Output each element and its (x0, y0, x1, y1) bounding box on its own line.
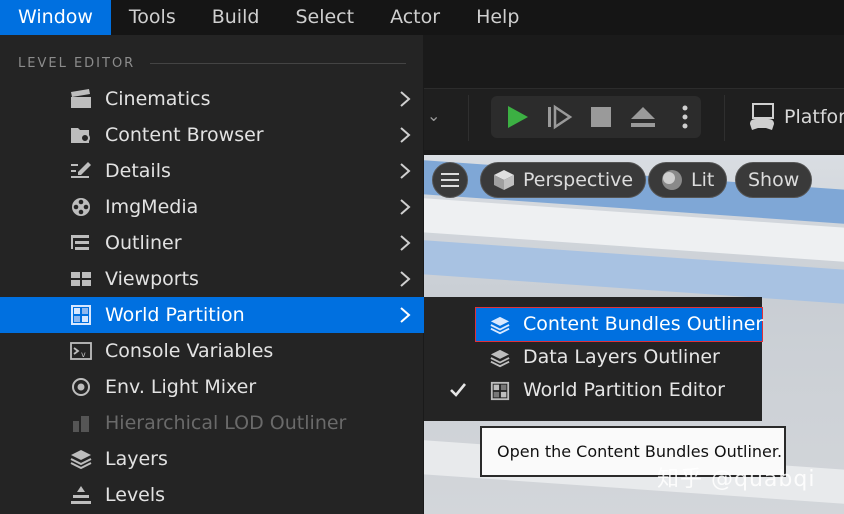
section-label-level-editor: LEVEL EDITOR (18, 56, 136, 71)
menu-item-label: World Partition (105, 304, 245, 326)
menu-item-cinematics[interactable]: Cinematics (0, 81, 424, 117)
show-label: Show (748, 169, 800, 191)
toolbar-divider (468, 95, 469, 141)
submenu-item-world-partition-editor[interactable]: World Partition Editor (424, 374, 762, 407)
menu-actor[interactable]: Actor (372, 0, 458, 35)
console-icon: v (70, 342, 92, 360)
chevron-right-icon (400, 307, 411, 323)
layers-stack-icon (490, 316, 510, 335)
menu-item-details[interactable]: Details (0, 153, 424, 189)
pencil-list-icon (71, 162, 91, 178)
advance-frame-icon[interactable] (545, 104, 573, 130)
submenu-item-content-bundles-outliner[interactable]: Content Bundles Outliner (475, 307, 764, 342)
submenu-item-label: Content Bundles Outliner (523, 313, 764, 335)
menu-item-label: ImgMedia (105, 196, 199, 218)
lit-label: Lit (691, 169, 715, 191)
chevron-down-icon[interactable]: ⌄ (427, 106, 440, 125)
menu-help[interactable]: Help (458, 0, 537, 35)
menu-build[interactable]: Build (194, 0, 278, 35)
menu-item-outliner[interactable]: Outliner (0, 225, 424, 261)
menu-item-label: Cinematics (105, 88, 211, 110)
menu-item-label: Viewports (105, 268, 199, 290)
platforms-button[interactable]: Platfor (748, 102, 844, 132)
toolbar-divider (724, 95, 725, 141)
layers-stack-icon (490, 349, 510, 368)
menu-item-content-browser[interactable]: Content Browser (0, 117, 424, 153)
hamburger-icon (441, 173, 459, 187)
play-controls (491, 96, 701, 138)
menu-item-imgmedia[interactable]: ImgMedia (0, 189, 424, 225)
film-reel-icon (72, 198, 90, 216)
menu-window[interactable]: Window (0, 0, 111, 35)
chevron-right-icon (400, 163, 411, 179)
chevron-right-icon (400, 235, 411, 251)
folder-search-icon (71, 128, 90, 143)
clapperboard-icon (71, 89, 91, 108)
chevron-right-icon (400, 127, 411, 143)
perspective-button[interactable]: Perspective (480, 162, 647, 198)
menu-item-viewports[interactable]: Viewports (0, 261, 424, 297)
viewport-menu-button[interactable] (432, 162, 468, 198)
submenu-item-label: Data Layers Outliner (523, 346, 720, 368)
menu-item-label: Outliner (105, 232, 182, 254)
menu-tools[interactable]: Tools (111, 0, 194, 35)
play-icon[interactable] (503, 104, 531, 130)
submenu-item-data-layers-outliner[interactable]: Data Layers Outliner (424, 341, 762, 374)
section-divider (150, 63, 406, 64)
world-partition-grid-icon (490, 381, 510, 401)
menu-item-label: Layers (105, 448, 168, 470)
window-dropdown-menu: LEVEL EDITOR Cinematics Content Browser … (0, 35, 424, 514)
show-button[interactable]: Show (735, 162, 813, 198)
lit-button[interactable]: Lit (648, 162, 728, 198)
menu-item-label: Levels (105, 484, 166, 506)
light-mixer-icon (72, 378, 90, 396)
chevron-right-icon (400, 91, 411, 107)
levels-icon (71, 486, 91, 504)
svg-text:v: v (81, 350, 86, 359)
world-partition-grid-icon (71, 305, 91, 325)
platform-gamepad-icon (750, 103, 774, 130)
platform-label: Platfor (784, 106, 844, 128)
eject-icon[interactable] (629, 104, 657, 130)
perspective-label: Perspective (523, 169, 634, 191)
menu-item-label: Console Variables (105, 340, 274, 362)
hlod-icon (73, 416, 89, 432)
world-partition-submenu: Content Bundles Outliner Data Layers Out… (424, 297, 764, 421)
outliner-tree-icon (71, 235, 89, 250)
viewport-grid-icon (71, 272, 91, 286)
menu-item-levels[interactable]: Levels (0, 477, 424, 513)
menu-item-world-partition[interactable]: World Partition (0, 297, 424, 333)
main-menubar: Window Tools Build Select Actor Help (0, 0, 844, 35)
lit-sphere-icon (662, 170, 682, 190)
layers-icon (70, 450, 92, 469)
menu-item-label: Hierarchical LOD Outliner (105, 412, 347, 434)
menu-select[interactable]: Select (277, 0, 372, 35)
chevron-right-icon (400, 199, 411, 215)
menu-item-hlod-outliner: Hierarchical LOD Outliner (0, 405, 424, 441)
watermark: 知乎 @quabqi (657, 467, 816, 492)
menu-item-label: Content Browser (105, 124, 264, 146)
checkmark-icon (450, 383, 467, 397)
submenu-item-label: World Partition Editor (523, 379, 725, 401)
menu-item-label: Env. Light Mixer (105, 376, 257, 398)
more-options-icon[interactable] (671, 104, 699, 130)
cube-icon (494, 170, 514, 190)
menu-item-env-light-mixer[interactable]: Env. Light Mixer (0, 369, 424, 405)
menu-item-layers[interactable]: Layers (0, 441, 424, 477)
menu-item-console-variables[interactable]: v Console Variables (0, 333, 424, 369)
stop-icon[interactable] (587, 104, 615, 130)
chevron-right-icon (400, 271, 411, 287)
menu-item-label: Details (105, 160, 171, 182)
